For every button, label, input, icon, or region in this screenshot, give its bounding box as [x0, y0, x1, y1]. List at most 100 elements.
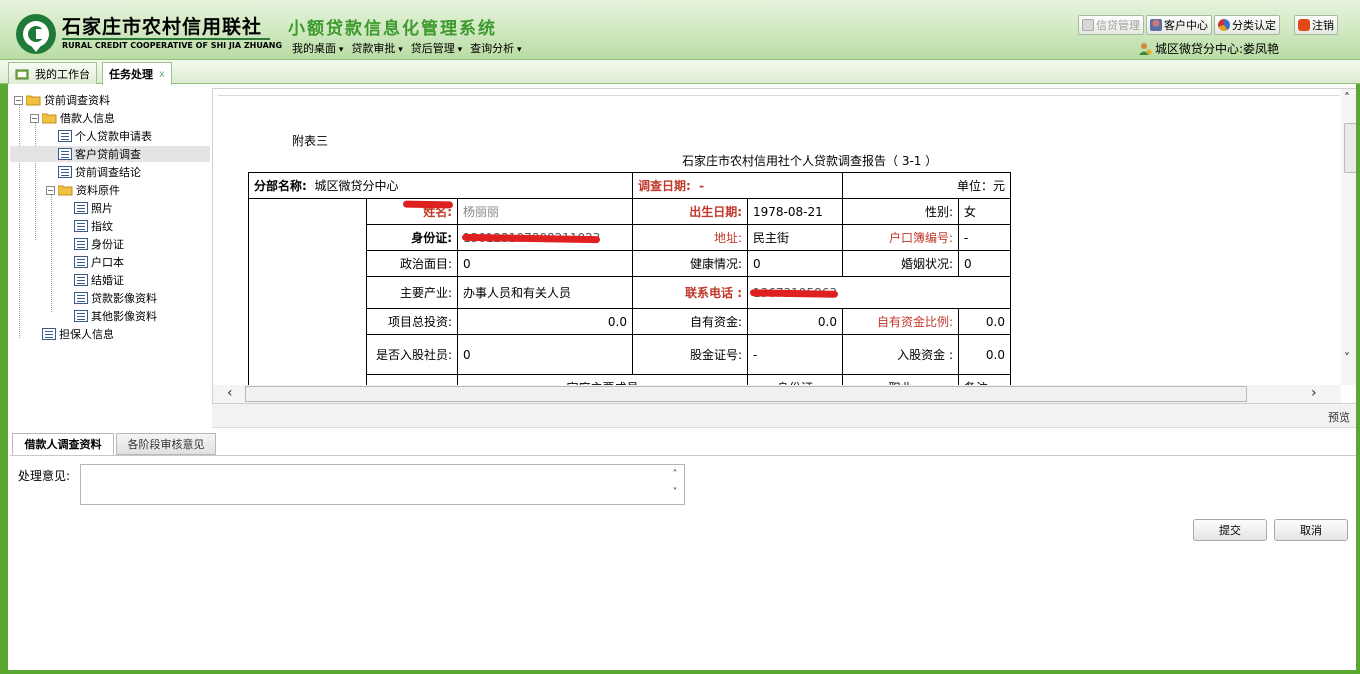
- family-remark-header: 备注: [958, 374, 1011, 385]
- tree-node-loan-application[interactable]: 个人贷款申请表: [58, 128, 152, 144]
- main-menu: 我的桌面 贷款审批 贷后管理 查询分析: [292, 40, 522, 56]
- marital-label: 婚姻状况:: [842, 250, 959, 277]
- family-member-header: 家庭主要成员: [457, 374, 748, 385]
- tab-workbench[interactable]: 我的工作台: [8, 62, 97, 84]
- menu-query-analysis[interactable]: 查询分析: [470, 40, 521, 56]
- tree-label: 结婚证: [91, 274, 124, 287]
- menu-post-loan[interactable]: 贷后管理: [411, 40, 462, 56]
- task-tab-bar: 我的工作台 任务处理 x: [0, 60, 1360, 85]
- scroll-down-icon[interactable]: ˅: [668, 484, 682, 502]
- loan-management-button[interactable]: 信贷管理: [1078, 15, 1144, 35]
- tree-label: 贷前调查结论: [75, 166, 141, 179]
- political-value: 0: [457, 250, 633, 277]
- top-toolbar: 信贷管理 客户中心 分类认定: [1078, 15, 1280, 35]
- tree-node-loan-images[interactable]: 贷款影像资料: [74, 290, 157, 306]
- scroll-up-icon[interactable]: ˄: [1344, 91, 1350, 105]
- opinion-label: 处理意见:: [18, 469, 71, 483]
- tree-node-photo[interactable]: 照片: [74, 200, 113, 216]
- unit-cell: 单位：元: [842, 172, 1011, 199]
- tree-node-original-documents[interactable]: − 资料原件: [46, 182, 120, 198]
- report-document: 附表三 石家庄市农村信用社个人贷款调查报告（ 3-1 ） 分部名称: 城区微贷分…: [218, 95, 1340, 385]
- current-user: 城区微贷分中心:娄凤艳: [1138, 40, 1279, 57]
- health-label: 健康情况:: [632, 250, 748, 277]
- tree-node-borrower[interactable]: − 借款人信息: [30, 110, 115, 126]
- report-title: 石家庄市农村信用社个人贷款调查报告（ 3-1 ）: [682, 154, 938, 168]
- preview-bar: 预览: [212, 404, 1360, 428]
- tree-node-hukou[interactable]: 户口本: [74, 254, 124, 270]
- form-icon: [58, 166, 72, 178]
- tree-node-id-card[interactable]: 身份证: [74, 236, 124, 252]
- name-value-text: 杨丽丽: [463, 205, 500, 219]
- survey-date-cell: 调查日期: -: [632, 172, 843, 199]
- preview-link[interactable]: 预览: [1328, 409, 1350, 425]
- scroll-right-icon[interactable]: ›: [1311, 385, 1317, 401]
- customer-center-button[interactable]: 客户中心: [1146, 15, 1212, 35]
- scroll-left-icon[interactable]: ‹: [227, 385, 233, 401]
- gender-value: 女: [958, 198, 1011, 225]
- classification-button[interactable]: 分类认定: [1214, 15, 1280, 35]
- branch-cell: 分部名称: 城区微贷分中心: [248, 172, 633, 199]
- collapse-icon[interactable]: −: [46, 185, 55, 195]
- org-name-cn: 石家庄市农村信用联社: [62, 16, 263, 38]
- form-icon: [74, 238, 88, 250]
- tree-label: 照片: [91, 202, 113, 215]
- collapse-icon[interactable]: −: [30, 113, 39, 123]
- photo-cell: [248, 198, 367, 385]
- tree-node-marriage-cert[interactable]: 结婚证: [74, 272, 124, 288]
- tree-guide-line: [19, 102, 20, 338]
- horizontal-scrollbar[interactable]: ‹ ›: [213, 385, 1341, 403]
- submit-button[interactable]: 提交: [1193, 519, 1267, 541]
- scroll-thumb[interactable]: [245, 386, 1247, 402]
- scroll-up-icon[interactable]: ˄: [668, 466, 682, 484]
- tree-node-customer-survey[interactable]: 客户贷前调查: [10, 146, 210, 162]
- close-tab-icon[interactable]: x: [159, 69, 165, 80]
- user-icon: [1139, 42, 1152, 55]
- form-icon: [58, 130, 72, 142]
- workbench-icon: [15, 69, 29, 79]
- menu-my-desktop[interactable]: 我的桌面: [292, 40, 343, 56]
- form-icon: [74, 220, 88, 232]
- tree-node-guarantor[interactable]: 担保人信息: [42, 326, 114, 342]
- power-icon: [1298, 19, 1310, 31]
- logout-button[interactable]: 注销: [1294, 15, 1338, 35]
- tree-node-survey-conclusion[interactable]: 贷前调查结论: [58, 164, 141, 180]
- logout-label: 注销: [1312, 19, 1334, 32]
- menu-loan-approval[interactable]: 贷款审批: [351, 40, 402, 56]
- form-icon: [74, 310, 88, 322]
- collapse-icon[interactable]: −: [14, 95, 23, 105]
- system-title: 小额贷款信息化管理系统: [288, 19, 497, 39]
- share-cert-value: -: [747, 334, 843, 375]
- tree-node-other-images[interactable]: 其他影像资料: [74, 308, 157, 324]
- tree-label: 身份证: [91, 238, 124, 251]
- survey-date-value: -: [699, 179, 705, 193]
- tree-node-pre-loan-survey[interactable]: − 贷前调查资料: [14, 92, 110, 108]
- tab-stage-opinions[interactable]: 各阶段审核意见: [116, 433, 216, 455]
- tab-workbench-label: 我的工作台: [35, 67, 90, 81]
- tree-label: 个人贷款申请表: [75, 130, 152, 143]
- survey-report-table: 分部名称: 城区微贷分中心 调查日期: - 单位：元 姓名: 杨丽丽 出生日期:…: [248, 172, 1011, 385]
- own-ratio-value: 0.0: [958, 308, 1011, 335]
- branch-value: 城区微贷分中心: [314, 179, 399, 193]
- tree-label: 贷款影像资料: [91, 292, 157, 305]
- cancel-button[interactable]: 取消: [1274, 519, 1348, 541]
- tree-node-fingerprint[interactable]: 指纹: [74, 218, 113, 234]
- dob-label: 出生日期:: [632, 198, 748, 225]
- user-name-label: 城区微贷分中心:娄凤艳: [1155, 42, 1280, 56]
- scroll-down-icon[interactable]: ˅: [1344, 351, 1350, 365]
- member-label: 是否入股社员:: [366, 334, 458, 375]
- form-icon: [74, 202, 88, 214]
- tab-borrower-survey[interactable]: 借款人调查资料: [12, 433, 114, 455]
- family-header-blank: [366, 374, 458, 385]
- family-job-header: 职业: [842, 374, 959, 385]
- opinion-textarea[interactable]: [80, 464, 685, 505]
- tree-label: 资料原件: [76, 184, 120, 197]
- industry-label: 主要产业:: [366, 276, 458, 309]
- survey-date-label: 调查日期:: [638, 179, 691, 193]
- own-funds-value: 0.0: [747, 308, 843, 335]
- id-value: 130123197808211023: [457, 224, 633, 251]
- textarea-scroll[interactable]: ˄ ˅: [668, 466, 682, 503]
- tree-guide-line: [51, 192, 52, 312]
- tab-task-processing[interactable]: 任务处理 x: [102, 62, 172, 85]
- political-label: 政治面目:: [366, 250, 458, 277]
- navigation-tree: − 贷前调查资料 − 借款人信息 个人贷款申请表 客户贷前调查 贷前调查结论 −…: [10, 88, 210, 428]
